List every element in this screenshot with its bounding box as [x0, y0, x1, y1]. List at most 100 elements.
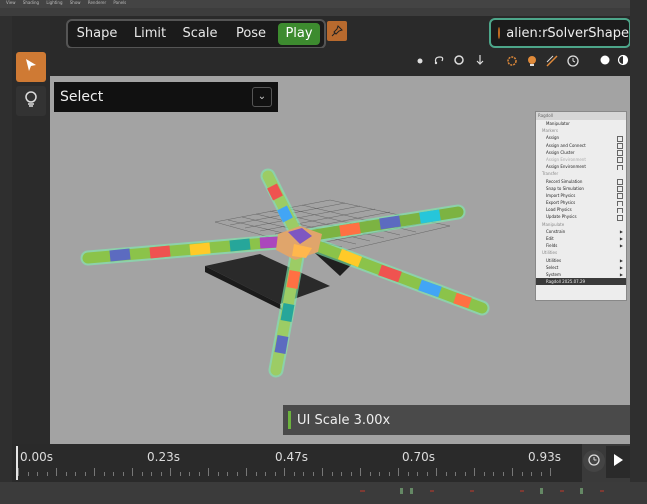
- timeline-tick: [65, 472, 67, 476]
- left-dock-panel: [0, 16, 12, 500]
- timeline-tick: [37, 472, 38, 476]
- context-menu-item[interactable]: Snap to Simulation: [536, 185, 626, 192]
- context-menu-section: Manipulate: [536, 221, 626, 228]
- timeline-tick: [265, 472, 266, 476]
- reset-simulation-button[interactable]: [583, 450, 605, 472]
- timeline-tick: [303, 472, 304, 476]
- context-menu-item-label: Export Physics: [546, 200, 576, 206]
- menu-item-show[interactable]: Show: [70, 0, 81, 5]
- sun-icon[interactable]: [504, 54, 520, 70]
- solver-selector[interactable]: alien:rSolverShape: [489, 18, 631, 48]
- context-menu-item[interactable]: Assign Cluster: [536, 149, 626, 156]
- context-menu-item[interactable]: Assign: [536, 134, 626, 142]
- timeline-tick: [94, 468, 95, 476]
- context-menu-item[interactable]: Assign Environment: [536, 156, 626, 164]
- timeline-playhead[interactable]: [16, 446, 18, 480]
- ui-scale-text: UI Scale 3.00x: [297, 412, 391, 428]
- loop-icon[interactable]: [431, 54, 447, 70]
- menu-item-shading[interactable]: Shading: [23, 0, 39, 5]
- context-menu-item[interactable]: Utilities ▶: [536, 257, 626, 264]
- submenu-arrow-icon: ▶: [619, 264, 623, 270]
- menu-item-renderer[interactable]: Renderer: [88, 0, 106, 5]
- context-menu-item[interactable]: Edit ▶: [536, 235, 626, 242]
- context-menu-item-label: Assign Environment: [546, 164, 586, 170]
- timeline-tick: [293, 472, 295, 476]
- context-menu-section: Utilities: [536, 249, 626, 256]
- context-menu-item[interactable]: Import Physics: [536, 192, 626, 200]
- tab-scale[interactable]: Scale: [174, 23, 226, 45]
- timeline-tick: [227, 472, 228, 476]
- context-menu-item-label: Ragdoll 2025.07.29: [546, 279, 586, 285]
- mode-tab-group: Shape Limit Scale Pose Play: [66, 19, 326, 49]
- context-menu-item-label: Load Physics: [546, 207, 572, 213]
- context-menu-item[interactable]: Constrain ▶: [536, 228, 626, 235]
- timeline-tick: [322, 468, 323, 476]
- down-arrow-icon[interactable]: [472, 54, 488, 70]
- tab-limit[interactable]: Limit: [126, 23, 174, 45]
- ui-scale-accent-bar: [288, 411, 291, 429]
- context-menu-item-label: Manipulate: [542, 221, 565, 227]
- ragdoll-context-menu: Ragdoll Manipulator Markers Assign Assign a…: [535, 111, 627, 301]
- select-tool-button[interactable]: [16, 52, 46, 82]
- context-menu-item[interactable]: Assign and Connect: [536, 142, 626, 149]
- timeline-tick: [379, 472, 380, 476]
- context-menu-item-label: Assign Cluster: [546, 149, 575, 155]
- timeline-tick: [502, 472, 504, 476]
- half-circle-icon[interactable]: [615, 54, 631, 70]
- maya-panel-toolbar: [0, 8, 647, 16]
- context-menu-item[interactable]: Load Physics: [536, 206, 626, 214]
- context-menu-item[interactable]: Assign Environment: [536, 163, 626, 171]
- tab-pose[interactable]: Pose: [226, 23, 276, 45]
- timeline-tick: [550, 468, 551, 476]
- lightbulb-tool-button[interactable]: [16, 86, 46, 116]
- timeline-tick: [132, 468, 133, 476]
- context-menu-item-label: Utilities: [546, 257, 562, 263]
- context-menu-item[interactable]: System ▶: [536, 271, 626, 278]
- solver-name: alien:rSolverShape: [506, 25, 629, 41]
- menu-item-lighting[interactable]: Lighting: [46, 0, 62, 5]
- context-menu-section: Markers: [536, 127, 626, 134]
- timeline-tick: [407, 472, 409, 476]
- timeline-tick: [170, 468, 171, 476]
- timeline-tick: [46, 472, 48, 476]
- timeline-tick: [360, 468, 361, 476]
- context-menu-item-label: Update Physics: [546, 214, 577, 220]
- timeline-tick: [369, 472, 371, 476]
- timeline-tick: [18, 468, 19, 476]
- context-menu-item[interactable]: Manipulator: [536, 120, 626, 127]
- clock-icon[interactable]: [565, 54, 581, 70]
- tab-play[interactable]: Play: [278, 23, 320, 45]
- context-menu-item-label: Transfer: [542, 171, 559, 177]
- dot-icon[interactable]: [597, 54, 613, 70]
- context-menu-item[interactable]: Select ▶: [536, 264, 626, 271]
- tab-shape[interactable]: Shape: [68, 23, 126, 45]
- viewport-icon-strip: [50, 48, 630, 76]
- timeline-tick: [455, 472, 456, 476]
- circle-dot-icon[interactable]: [412, 54, 428, 70]
- timeline-tick: [84, 472, 86, 476]
- context-menu-item-label: Record Simulation: [546, 178, 583, 184]
- context-menu-item[interactable]: Export Physics: [536, 199, 626, 207]
- bulb-icon[interactable]: [524, 54, 540, 70]
- timeline-tick: [27, 472, 29, 476]
- pin-button[interactable]: [327, 21, 347, 41]
- play-button[interactable]: [606, 446, 630, 478]
- ring-icon[interactable]: [451, 54, 467, 70]
- menu-item-panels[interactable]: Panels: [113, 0, 126, 5]
- ramp-icon[interactable]: [544, 54, 560, 70]
- context-menu-item[interactable]: Update Physics: [536, 213, 626, 221]
- tool-column: [12, 16, 50, 444]
- submenu-arrow-icon: ▶: [619, 228, 623, 234]
- menu-item-view[interactable]: View: [6, 0, 16, 5]
- select-dropdown-label: Select: [60, 89, 104, 105]
- chevron-down-icon[interactable]: ⌄: [252, 87, 272, 107]
- context-menu-item[interactable]: Record Simulation: [536, 178, 626, 185]
- maya-menu-bar: View Shading Lighting Show Renderer Pane…: [0, 0, 647, 8]
- cursor-arrow-icon: [23, 57, 39, 77]
- context-menu-item[interactable]: Fields ▶: [536, 242, 626, 249]
- context-menu-item-label: Edit: [546, 236, 554, 241]
- select-dropdown[interactable]: Select ⌄: [54, 82, 278, 112]
- timeline-label: 0.93s: [528, 450, 561, 464]
- context-menu-item[interactable]: Ragdoll 2025.07.29: [536, 278, 626, 286]
- timeline-tick: [445, 472, 447, 476]
